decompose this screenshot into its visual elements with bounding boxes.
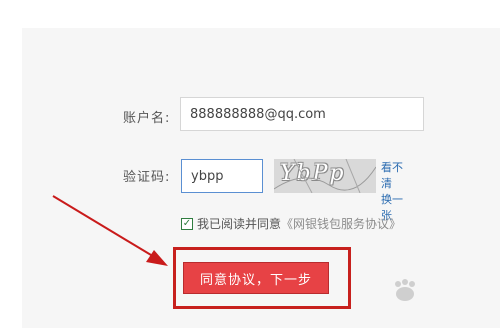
- refresh-captcha-text: 看不清 换一张: [381, 161, 403, 222]
- account-label: 账户名:: [123, 111, 171, 126]
- watermark: [388, 278, 422, 302]
- agreement-checkbox[interactable]: ✓: [181, 217, 193, 230]
- agreement-link[interactable]: 《网银钱包服务协议》: [281, 215, 401, 232]
- agreement-row: ✓ 我已阅读并同意 《网银钱包服务协议》: [181, 215, 401, 232]
- account-input[interactable]: 888888888@qq.com: [180, 97, 424, 131]
- account-value: 888888888@qq.com: [190, 106, 326, 122]
- captcha-value: ybpp: [191, 168, 224, 184]
- verification-label: 验证码:: [123, 170, 171, 185]
- captcha-input[interactable]: ybpp: [181, 159, 263, 193]
- captcha-noise: [274, 159, 376, 193]
- agreement-text: 我已阅读并同意: [197, 217, 282, 231]
- baidu-paw-icon: [395, 279, 415, 301]
- agree-next-label: 同意协议，下一步: [199, 272, 312, 288]
- checkmark-icon: ✓: [182, 217, 192, 229]
- captcha-image[interactable]: YbPp: [274, 159, 376, 193]
- agree-next-button[interactable]: 同意协议，下一步: [183, 262, 329, 294]
